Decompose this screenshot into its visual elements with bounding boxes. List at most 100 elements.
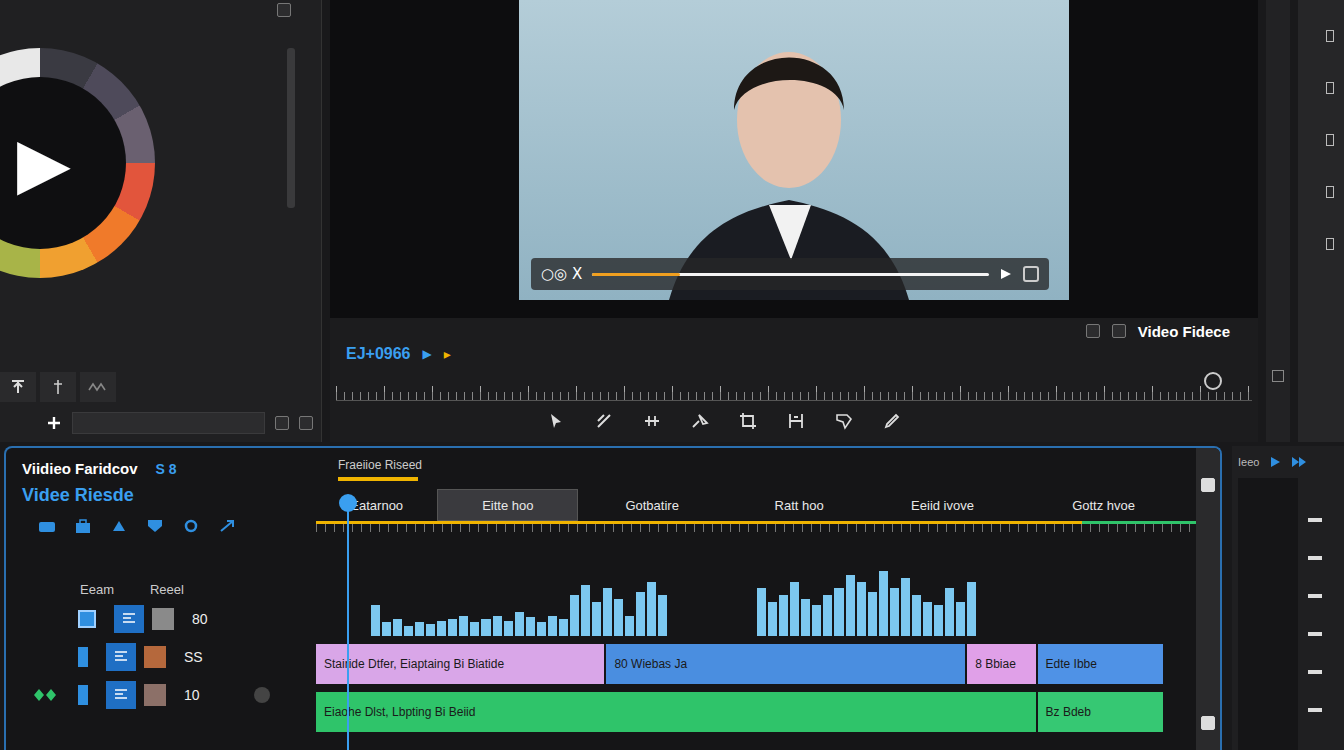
clip[interactable]: Edte Ibbe — [1038, 644, 1166, 684]
wave-bar — [382, 622, 391, 636]
marker[interactable]: Eatarnoo — [316, 489, 437, 521]
wave-bar — [779, 595, 788, 636]
marker[interactable]: Eeiid ivove — [872, 489, 1013, 521]
wave-bar — [393, 619, 402, 636]
scrub-bar[interactable] — [592, 273, 989, 276]
track-color[interactable] — [144, 646, 166, 668]
wave-bar — [426, 624, 435, 636]
fullscreen-icon[interactable] — [1023, 266, 1039, 282]
bag-icon[interactable] — [74, 518, 92, 534]
wave-bar — [647, 582, 656, 636]
color-wheel[interactable]: ▶ — [0, 48, 155, 278]
clip[interactable]: 8 Bbiae — [967, 644, 1037, 684]
level-tick-icon — [1308, 556, 1322, 560]
track-header[interactable]: SS — [22, 641, 316, 673]
in-marker[interactable]: ▸ — [444, 346, 451, 362]
playback-controls[interactable]: ○◎ X — [531, 258, 1049, 290]
property-icon[interactable] — [1326, 82, 1334, 94]
settings-icon[interactable] — [299, 416, 313, 430]
marker-strip: EatarnooEitte hooGotbatireRatt hooEeiid … — [316, 489, 1196, 521]
razor-tool-icon[interactable] — [594, 411, 614, 431]
work-area-bar[interactable] — [338, 477, 418, 481]
magnet-icon[interactable] — [110, 518, 128, 534]
wave-bar — [548, 616, 557, 636]
pen-tool-icon[interactable] — [834, 411, 854, 431]
safe-area-icon[interactable] — [1112, 324, 1126, 338]
selection-tool-icon[interactable] — [546, 411, 566, 431]
wave-bar — [912, 595, 921, 636]
marker[interactable]: Ratt hoo — [726, 489, 872, 521]
sequence-label: Fraeiioe Riseed — [338, 458, 1196, 472]
wave-bar — [934, 605, 943, 636]
keyframe-icon[interactable] — [33, 686, 59, 704]
track-type-icon[interactable] — [106, 681, 136, 709]
marker[interactable]: Gotbatire — [578, 489, 726, 521]
snap-icon[interactable] — [218, 518, 236, 534]
wave-bar — [890, 588, 899, 636]
playhead[interactable] — [347, 500, 349, 750]
zoom-icon[interactable] — [1204, 372, 1222, 390]
timeline-panel: Viidieo FaridcovS 8Videe RiesdeEeamReeel… — [4, 446, 1222, 750]
sequence-name[interactable]: Videe Riesde — [22, 485, 316, 506]
track-color[interactable] — [152, 608, 174, 630]
forward-icon[interactable] — [1291, 456, 1307, 468]
panel-menu-icon[interactable] — [277, 3, 291, 17]
marker[interactable]: Eitte hoo — [437, 489, 578, 521]
slip-tool-icon[interactable] — [690, 411, 710, 431]
scroll-up-icon[interactable] — [1201, 478, 1215, 492]
wave-bar — [603, 588, 612, 636]
track-type-icon[interactable] — [106, 643, 136, 671]
clip[interactable]: 80 Wiebas Ja — [606, 644, 967, 684]
track-toggle[interactable] — [78, 610, 96, 628]
wave-tool-icon[interactable] — [80, 372, 116, 402]
clip[interactable]: Eiaohe Dlst, Lbpting Bi Beiid — [316, 692, 1038, 732]
marker[interactable]: Gottz hvoe — [1013, 489, 1194, 521]
time-ruler[interactable] — [316, 524, 1196, 532]
right-panels — [1266, 0, 1344, 442]
track-row: Stairide Dtfer, Eiaptaing Bi Biatide80 W… — [316, 644, 1196, 684]
add-icon[interactable] — [46, 415, 62, 431]
camera-icon[interactable] — [38, 518, 56, 534]
brush-tool-icon[interactable] — [882, 411, 902, 431]
clip[interactable]: Bz Bdeb — [1038, 692, 1166, 732]
program-viewer: ○◎ XVideo FideceEJ+0966▶▸ — [330, 0, 1258, 442]
wave-bar — [515, 612, 524, 636]
record-dot[interactable] — [254, 687, 270, 703]
scroll-down-icon[interactable] — [1201, 716, 1215, 730]
crop-tool-icon[interactable] — [738, 411, 758, 431]
wave-bar — [857, 582, 866, 636]
marker-icon[interactable] — [146, 518, 164, 534]
ripple-tool-icon[interactable] — [642, 411, 662, 431]
settings-icon[interactable] — [182, 518, 200, 534]
clip[interactable]: Stairide Dtfer, Eiaptaing Bi Biatide — [316, 644, 606, 684]
timeline-scrollbar[interactable] — [1196, 448, 1220, 750]
column-header: Reeel — [150, 582, 184, 597]
track-color[interactable] — [144, 684, 166, 706]
viewer-ruler[interactable] — [336, 366, 1252, 401]
control-label[interactable]: ○◎ X — [541, 265, 582, 283]
scrollbar[interactable] — [287, 48, 295, 208]
grid-icon[interactable] — [1086, 324, 1100, 338]
type-tool-icon[interactable] — [0, 372, 36, 402]
track-header[interactable]: 10 — [22, 679, 316, 711]
track-tool-icon[interactable] — [786, 411, 806, 431]
timecode[interactable]: EJ+0966 — [346, 345, 411, 363]
track-toggle[interactable] — [78, 685, 88, 705]
track-toggle[interactable] — [78, 647, 88, 667]
play-marker[interactable]: ▶ — [423, 347, 432, 361]
track-type-icon[interactable] — [114, 605, 144, 633]
play-button[interactable]: ▶ — [9, 128, 71, 198]
split-tool-icon[interactable] — [40, 372, 76, 402]
property-icon[interactable] — [1326, 134, 1334, 146]
options-icon[interactable] — [275, 416, 289, 430]
track-header[interactable]: 80 — [22, 603, 316, 635]
play-icon[interactable] — [1269, 456, 1281, 468]
property-icon[interactable] — [1326, 30, 1334, 42]
property-icon[interactable] — [1326, 186, 1334, 198]
video-frame: ○◎ X — [519, 0, 1069, 300]
search-field[interactable] — [72, 412, 265, 434]
property-icon[interactable] — [1326, 238, 1334, 250]
timeline-tracks: Fraeiioe Riseed EatarnooEitte hooGotbatir… — [316, 448, 1196, 750]
meter-panel — [1266, 0, 1290, 442]
meter-icon[interactable] — [1272, 370, 1284, 382]
